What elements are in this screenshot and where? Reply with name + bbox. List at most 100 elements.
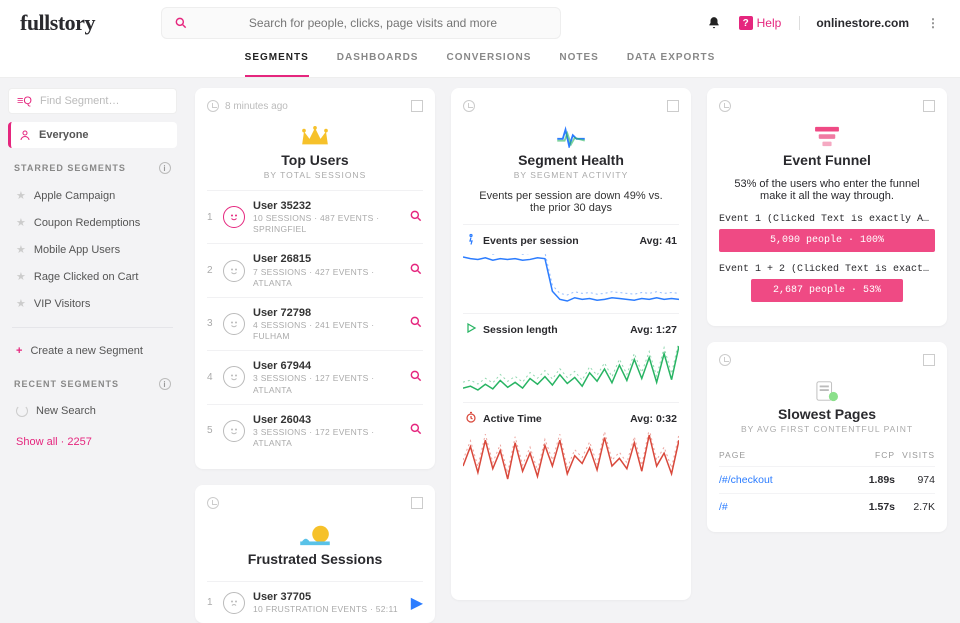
expand-icon[interactable] <box>667 100 679 112</box>
card-title: Top Users <box>207 152 423 168</box>
sidebar-item[interactable]: ★ Coupon Redemptions <box>8 209 177 236</box>
face-icon <box>223 260 245 282</box>
table-row[interactable]: 5User 260433 SESSIONS · 172 EVENTS · ATL… <box>207 404 423 457</box>
metric-row: Active Time Avg: 0:32 <box>463 402 679 430</box>
sidebar-item[interactable]: ★Apple Campaign <box>8 182 177 209</box>
sidebar-item-label: New Search <box>36 405 96 417</box>
expand-icon[interactable] <box>411 100 423 112</box>
starred-header: STARRED SEGMENTS i <box>8 152 177 178</box>
global-search[interactable] <box>161 7 561 39</box>
fcp-value: 1.89s <box>845 474 895 486</box>
metric-avg: Avg: 0:32 <box>630 413 677 425</box>
funnel-icon <box>814 126 840 148</box>
user-meta: 10 FRUSTRATION EVENTS · 52:11 <box>253 604 403 615</box>
card-top-users: 8 minutes ago Top Users BY TOTAL SESSION… <box>195 88 435 469</box>
fcp-value: 1.57s <box>845 501 895 513</box>
card-frustrated-sessions: Frustrated Sessions 1 User 37705 10 FRUS… <box>195 485 435 623</box>
tab-data-exports[interactable]: DATA EXPORTS <box>627 46 715 77</box>
global-search-input[interactable] <box>198 16 548 30</box>
play-icon[interactable]: ▶ <box>411 593 423 613</box>
card-title: Event Funnel <box>719 152 935 168</box>
bell-icon[interactable] <box>707 16 721 30</box>
recent-header: RECENT SEGMENTS i <box>8 368 177 394</box>
info-icon[interactable]: i <box>159 162 171 174</box>
tab-conversions[interactable]: CONVERSIONS <box>446 46 531 77</box>
clock-icon <box>207 497 219 509</box>
search-icon[interactable] <box>409 209 423 226</box>
create-segment[interactable]: + Create a new Segment <box>8 338 177 364</box>
sparkline <box>463 432 679 482</box>
tab-dashboards[interactable]: DASHBOARDS <box>337 46 419 77</box>
expand-icon[interactable] <box>923 354 935 366</box>
dashboard-board: 8 minutes ago Top Users BY TOTAL SESSION… <box>185 78 960 600</box>
show-all-link[interactable]: Show all · 2257 <box>8 428 177 456</box>
user-meta: 3 SESSIONS · 127 EVENTS · ATLANTA <box>253 373 401 395</box>
expand-icon[interactable] <box>923 100 935 112</box>
funnel-summary: 53% of the users who enter the funnel ma… <box>719 178 935 214</box>
table-row[interactable]: 1User 3523210 SESSIONS · 487 EVENTS · SP… <box>207 190 423 243</box>
metric-label: Session length <box>483 324 558 336</box>
search-icon[interactable] <box>409 315 423 332</box>
tab-notes[interactable]: NOTES <box>559 46 598 77</box>
card-segment-health: Segment Health BY SEGMENT ACTIVITY Event… <box>451 88 691 600</box>
metric-label: Active Time <box>483 413 542 425</box>
table-row[interactable]: 4User 679443 SESSIONS · 127 EVENTS · ATL… <box>207 350 423 403</box>
visits-value: 2.7K <box>895 501 935 513</box>
card-subtitle: BY AVG FIRST CONTENTFUL PAINT <box>719 424 935 434</box>
pulse-icon <box>556 126 586 148</box>
user-name[interactable]: User 37705 <box>253 590 403 604</box>
user-name: User 67944 <box>253 359 401 373</box>
card-title: Segment Health <box>463 152 679 168</box>
tab-segments[interactable]: SEGMENTS <box>245 46 309 77</box>
help-link[interactable]: ? Help <box>739 16 782 30</box>
sidebar-item-label: Mobile App Users <box>34 244 120 256</box>
sidebar-item[interactable]: ★Mobile App Users <box>8 236 177 263</box>
funnel-step-bar[interactable]: 2,687 people · 53% <box>751 279 902 302</box>
star-icon: ★ <box>16 216 26 229</box>
table-header: PAGEFCPVISITS <box>719 444 935 466</box>
page-path: /# <box>719 501 845 513</box>
user-name: User 26815 <box>253 252 401 266</box>
overflow-menu-icon[interactable]: ⋮ <box>927 16 940 30</box>
funnel-step-bar[interactable]: 5,090 people · 100% <box>719 229 935 252</box>
find-segment-input[interactable]: ≡Q Find Segment… <box>8 88 177 114</box>
metric-icon <box>465 322 477 337</box>
user-name: User 26043 <box>253 413 401 427</box>
star-icon: ★ <box>16 297 26 310</box>
table-row[interactable]: 2User 268157 SESSIONS · 427 EVENTS · ATL… <box>207 243 423 296</box>
person-icon <box>19 129 31 141</box>
sidebar-item[interactable]: ★ VIP Visitors <box>8 290 177 317</box>
sidebar-item-label: VIP Visitors <box>34 298 90 310</box>
main-tabs: SEGMENTS DASHBOARDS CONVERSIONS NOTES DATA E… <box>0 46 960 78</box>
health-message: Events per session are down 49% vs. the … <box>463 190 679 224</box>
sidebar-item[interactable]: New Search <box>8 398 177 424</box>
funnel-step-label: Event 1 (Clicked Text is exactly Add to … <box>719 214 935 225</box>
sidebar-item[interactable]: ★Rage Clicked on Cart <box>8 263 177 290</box>
sidebar-item-everyone[interactable]: Everyone <box>8 122 177 148</box>
search-icon <box>174 16 188 30</box>
table-row[interactable]: /#/checkout1.89s974 <box>719 466 935 493</box>
metric-icon <box>465 411 477 426</box>
account-domain[interactable]: onlinestore.com <box>799 16 909 30</box>
table-row[interactable]: /#1.57s2.7K <box>719 493 935 520</box>
table-row[interactable]: 3User 727984 SESSIONS · 241 EVENTS · FUL… <box>207 297 423 350</box>
info-icon[interactable]: i <box>159 378 171 390</box>
star-icon: ★ <box>16 270 26 283</box>
sparkline <box>463 343 679 393</box>
filter-icon: ≡Q <box>17 95 32 107</box>
crown-icon <box>300 126 330 148</box>
face-icon <box>223 592 245 614</box>
user-meta: 3 SESSIONS · 172 EVENTS · ATLANTA <box>253 427 401 449</box>
search-icon[interactable] <box>409 262 423 279</box>
clock-icon <box>719 100 731 112</box>
card-title: Slowest Pages <box>719 406 935 422</box>
card-subtitle: BY TOTAL SESSIONS <box>207 170 423 180</box>
user-name: User 72798 <box>253 306 401 320</box>
search-icon[interactable] <box>409 422 423 439</box>
search-icon[interactable] <box>409 369 423 386</box>
sidebar: ≡Q Find Segment… Everyone STARRED SEGMEN… <box>0 78 185 600</box>
card-event-funnel: Event Funnel 53% of the users who enter … <box>707 88 947 326</box>
expand-icon[interactable] <box>411 497 423 509</box>
timestamp: 8 minutes ago <box>225 101 288 112</box>
sidebar-item-label: Coupon Redemptions <box>34 217 140 229</box>
